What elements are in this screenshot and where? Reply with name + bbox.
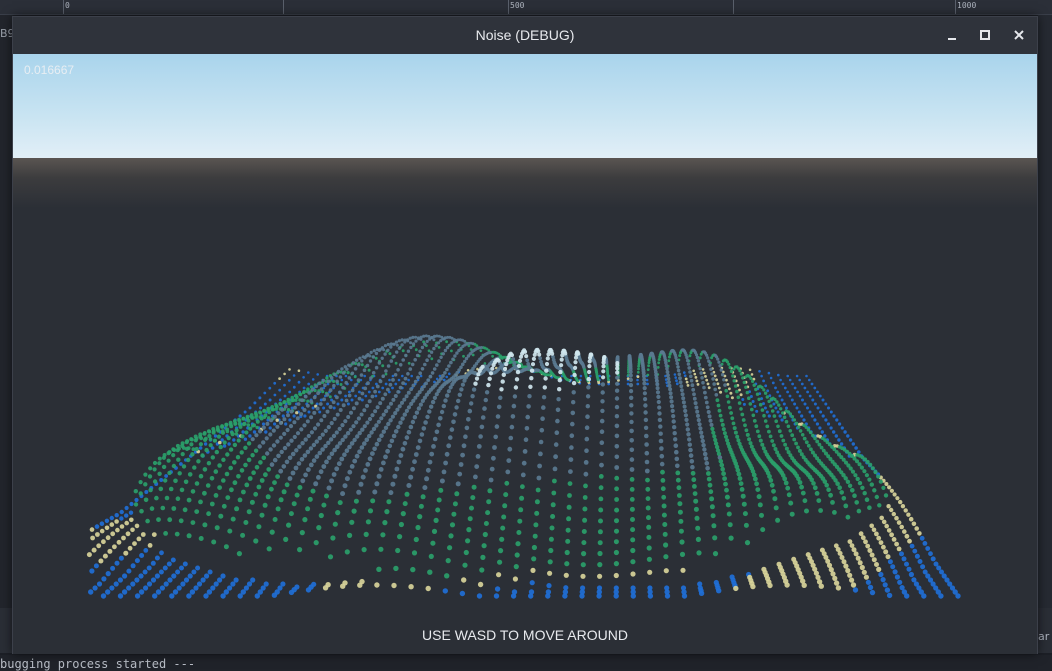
terrain-point-cloud <box>86 334 961 599</box>
maximize-icon <box>980 30 990 40</box>
window-titlebar[interactable]: Noise (DEBUG) <box>13 17 1037 54</box>
controls-hint: USE WASD TO MOVE AROUND <box>422 627 628 643</box>
ruler-label-1000: 1000 <box>957 1 977 10</box>
console-output: bugging process started --- <box>0 657 196 671</box>
game-viewport[interactable]: 0.016667 USE WASD TO MOVE AROUND <box>13 54 1037 654</box>
editor-ruler: 0 500 1000 <box>0 0 1052 15</box>
ruler-label-0: 0 <box>65 1 70 10</box>
minimize-button[interactable] <box>942 25 962 45</box>
minimize-icon <box>948 38 956 40</box>
ruler-label-500: 500 <box>510 1 525 10</box>
game-window: Noise (DEBUG) 0.016667 USE WASD TO MOVE … <box>12 16 1038 654</box>
maximize-button[interactable] <box>975 25 995 45</box>
window-title: Noise (DEBUG) <box>475 27 575 43</box>
editor-right-panel <box>1038 15 1052 635</box>
close-button[interactable] <box>1009 25 1029 45</box>
close-icon <box>1014 30 1024 40</box>
frame-time-readout: 0.016667 <box>24 63 75 77</box>
editor-right-fragment: ar <box>1038 630 1050 643</box>
